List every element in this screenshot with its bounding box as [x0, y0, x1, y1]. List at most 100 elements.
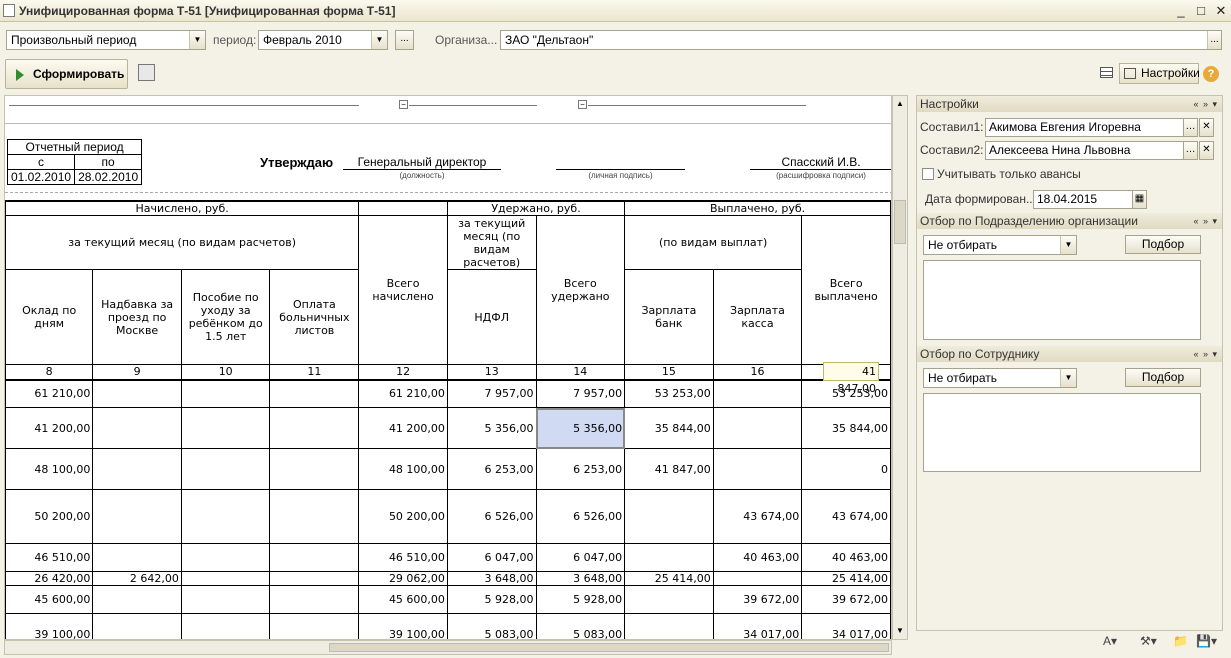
table-cell[interactable]: 6 526,00: [535, 489, 626, 544]
table-cell[interactable]: 50 200,00: [5, 489, 94, 544]
table-cell[interactable]: 45 600,00: [358, 585, 448, 614]
table-cell[interactable]: 5 083,00: [535, 613, 626, 639]
table-cell[interactable]: 34 017,00: [801, 613, 891, 639]
period-select[interactable]: Февраль 2010 ▼: [258, 30, 388, 50]
table-cell[interactable]: 6 526,00: [446, 489, 537, 544]
table-cell[interactable]: [92, 613, 182, 639]
composer1-field[interactable]: Акимова Евгения Игоревна: [985, 118, 1197, 137]
table-cell[interactable]: 3 648,00: [535, 571, 626, 586]
table-cell[interactable]: 39 672,00: [712, 585, 803, 614]
table-cell[interactable]: [269, 407, 360, 449]
composer2-choose-button[interactable]: …: [1183, 141, 1198, 160]
composer2-field[interactable]: Алексеева Нина Львовна: [985, 141, 1197, 160]
employee-select-button[interactable]: Подбор: [1125, 368, 1201, 387]
table-cell[interactable]: [180, 543, 271, 572]
table-cell[interactable]: 3 648,00: [446, 571, 537, 586]
table-cell[interactable]: [712, 571, 803, 586]
table-cell[interactable]: [180, 407, 271, 449]
table-cell[interactable]: 2 642,00: [92, 571, 182, 586]
table-cell[interactable]: 41 847,00: [624, 448, 714, 490]
dept-select-button[interactable]: Подбор: [1125, 235, 1201, 254]
table-cell[interactable]: [180, 585, 271, 614]
table-cell[interactable]: 53 253,00: [624, 378, 714, 408]
table-cell[interactable]: [712, 448, 803, 490]
print-icon[interactable]: [138, 64, 155, 81]
table-cell[interactable]: [92, 378, 182, 408]
table-cell[interactable]: [269, 585, 360, 614]
table-cell[interactable]: [269, 378, 360, 408]
table-cell[interactable]: [269, 571, 360, 586]
table-cell[interactable]: 0: [801, 448, 891, 490]
employee-filter-list[interactable]: [923, 393, 1201, 472]
table-cell[interactable]: 50 200,00: [358, 489, 448, 544]
table-cell[interactable]: 35 844,00: [801, 407, 891, 449]
cell-edit-field[interactable]: 41 847,00: [823, 362, 879, 395]
composer1-clear-icon[interactable]: ✕: [1199, 118, 1214, 137]
table-cell[interactable]: 29 062,00: [358, 571, 448, 586]
table-cell[interactable]: [92, 407, 182, 449]
horizontal-scrollbar[interactable]: [4, 640, 892, 655]
table-cell[interactable]: [712, 378, 803, 408]
table-cell[interactable]: [269, 543, 360, 572]
table-cell[interactable]: [92, 543, 182, 572]
table-cell[interactable]: 41 200,00: [358, 407, 448, 449]
table-cell[interactable]: 40 463,00: [801, 543, 891, 572]
table-cell[interactable]: [624, 585, 714, 614]
period-choose-button[interactable]: ...: [395, 30, 414, 50]
collapse-icon[interactable]: −: [399, 100, 408, 109]
chevron-down-icon[interactable]: ▼: [1060, 236, 1076, 254]
generate-button[interactable]: Сформировать: [5, 59, 128, 89]
table-cell[interactable]: 61 210,00: [5, 378, 94, 408]
table-cell[interactable]: 43 674,00: [801, 489, 891, 544]
table-view-icon[interactable]: [1100, 67, 1113, 78]
table-cell[interactable]: 26 420,00: [5, 571, 94, 586]
table-cell[interactable]: 6 047,00: [535, 543, 626, 572]
table-cell[interactable]: 25 414,00: [801, 571, 891, 586]
employee-filter-select[interactable]: Не отбирать ▼: [923, 368, 1077, 388]
table-cell[interactable]: [92, 489, 182, 544]
scroll-thumb[interactable]: [894, 200, 906, 244]
table-cell[interactable]: 5 083,00: [446, 613, 537, 639]
help-icon[interactable]: ?: [1203, 66, 1219, 82]
table-cell[interactable]: 5 928,00: [535, 585, 626, 614]
dept-filter-select[interactable]: Не отбирать ▼: [923, 235, 1077, 255]
composer2-clear-icon[interactable]: ✕: [1199, 141, 1214, 160]
table-cell[interactable]: [180, 448, 271, 490]
table-cell[interactable]: 34 017,00: [712, 613, 803, 639]
tools-icon[interactable]: ⚒▾: [1140, 634, 1157, 648]
table-cell[interactable]: 41 200,00: [5, 407, 94, 449]
scroll-thumb[interactable]: [329, 643, 889, 652]
table-cell[interactable]: 45 600,00: [5, 585, 94, 614]
table-cell[interactable]: 46 510,00: [5, 543, 94, 572]
text-format-icon[interactable]: A▾: [1103, 634, 1117, 648]
table-cell[interactable]: 46 510,00: [358, 543, 448, 572]
composer1-choose-button[interactable]: …: [1183, 118, 1198, 137]
table-cell[interactable]: 39 100,00: [5, 613, 94, 639]
table-cell[interactable]: [180, 613, 271, 639]
table-cell[interactable]: 61 210,00: [358, 378, 448, 408]
table-cell[interactable]: 7 957,00: [446, 378, 537, 408]
table-cell[interactable]: [180, 489, 271, 544]
table-cell[interactable]: 6 253,00: [446, 448, 537, 490]
report-document[interactable]: − − Отчетный период с по 01.02.2010 28.02.…: [4, 95, 892, 640]
minimize-icon[interactable]: _: [1173, 3, 1189, 19]
table-cell[interactable]: 6 253,00: [535, 448, 626, 490]
table-cell[interactable]: [92, 448, 182, 490]
selected-cell[interactable]: 5 356,00: [535, 407, 626, 449]
panel-arrows-icon[interactable]: « » ▾: [1193, 213, 1218, 229]
table-cell[interactable]: [180, 378, 271, 408]
table-cell[interactable]: 39 100,00: [358, 613, 448, 639]
table-cell[interactable]: 25 414,00: [624, 571, 714, 586]
chevron-down-icon[interactable]: ▼: [371, 31, 387, 49]
settings-button[interactable]: Настройки: [1119, 63, 1200, 84]
scroll-up-icon[interactable]: ▲: [893, 96, 907, 112]
table-cell[interactable]: [712, 407, 803, 449]
calendar-icon[interactable]: ▦: [1132, 190, 1147, 209]
table-cell[interactable]: 48 100,00: [358, 448, 448, 490]
save-icon[interactable]: 💾▾: [1196, 634, 1217, 648]
table-cell[interactable]: [92, 585, 182, 614]
table-cell[interactable]: 6 047,00: [446, 543, 537, 572]
table-cell[interactable]: [180, 571, 271, 586]
table-cell[interactable]: 7 957,00: [535, 378, 626, 408]
chevron-down-icon[interactable]: ▼: [189, 31, 205, 49]
